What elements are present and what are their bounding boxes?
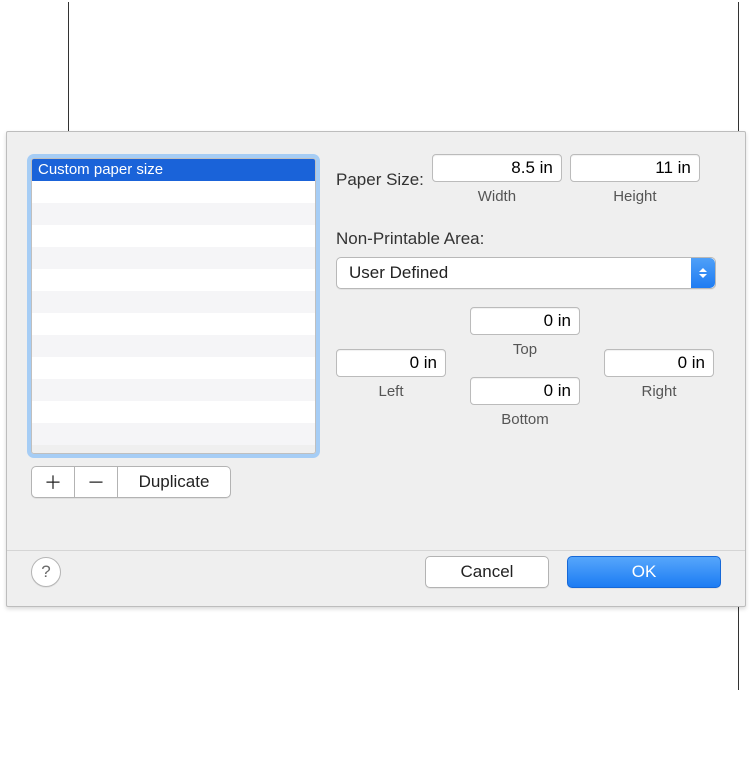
list-item[interactable] bbox=[32, 313, 315, 335]
list-item[interactable] bbox=[32, 379, 315, 401]
cancel-button[interactable]: Cancel bbox=[425, 556, 549, 588]
list-item[interactable] bbox=[32, 291, 315, 313]
non-printable-area-popup[interactable]: User Defined bbox=[336, 257, 716, 289]
list-item[interactable] bbox=[32, 203, 315, 225]
height-sublabel: Height bbox=[613, 188, 656, 205]
margin-left-label: Left bbox=[378, 383, 403, 400]
margin-right-label: Right bbox=[641, 383, 676, 400]
width-field[interactable] bbox=[432, 154, 562, 182]
list-item[interactable] bbox=[32, 357, 315, 379]
margin-top-label: Top bbox=[513, 341, 537, 358]
margin-left-field[interactable] bbox=[336, 349, 446, 377]
duplicate-button[interactable]: Duplicate bbox=[118, 466, 231, 498]
margin-bottom-field[interactable] bbox=[470, 377, 580, 405]
list-item[interactable] bbox=[32, 423, 315, 445]
list-item[interactable] bbox=[32, 181, 315, 203]
list-item[interactable]: Custom paper size bbox=[32, 159, 315, 181]
margin-bottom-label: Bottom bbox=[501, 411, 549, 428]
height-field[interactable] bbox=[570, 154, 700, 182]
list-item[interactable] bbox=[32, 225, 315, 247]
remove-button[interactable]: － bbox=[74, 466, 118, 498]
list-item[interactable] bbox=[32, 401, 315, 423]
paper-size-list[interactable]: Custom paper size bbox=[31, 158, 316, 454]
margin-top-field[interactable] bbox=[470, 307, 580, 335]
help-button[interactable]: ? bbox=[31, 557, 61, 587]
popup-value: User Defined bbox=[337, 263, 448, 283]
list-item[interactable] bbox=[32, 335, 315, 357]
add-button[interactable]: ＋ bbox=[31, 466, 74, 498]
list-item[interactable] bbox=[32, 269, 315, 291]
margins-group: Top Left Right Bottom bbox=[336, 307, 714, 467]
margin-right-field[interactable] bbox=[604, 349, 714, 377]
ok-button[interactable]: OK bbox=[567, 556, 721, 588]
custom-paper-size-dialog: Custom paper size ＋ － Duplicate bbox=[6, 131, 746, 607]
non-printable-area-label: Non-Printable Area: bbox=[336, 229, 721, 249]
paper-size-label: Paper Size: bbox=[336, 170, 424, 190]
divider bbox=[7, 550, 745, 551]
width-sublabel: Width bbox=[478, 188, 516, 205]
list-item[interactable] bbox=[32, 247, 315, 269]
chevron-up-down-icon bbox=[691, 258, 715, 288]
